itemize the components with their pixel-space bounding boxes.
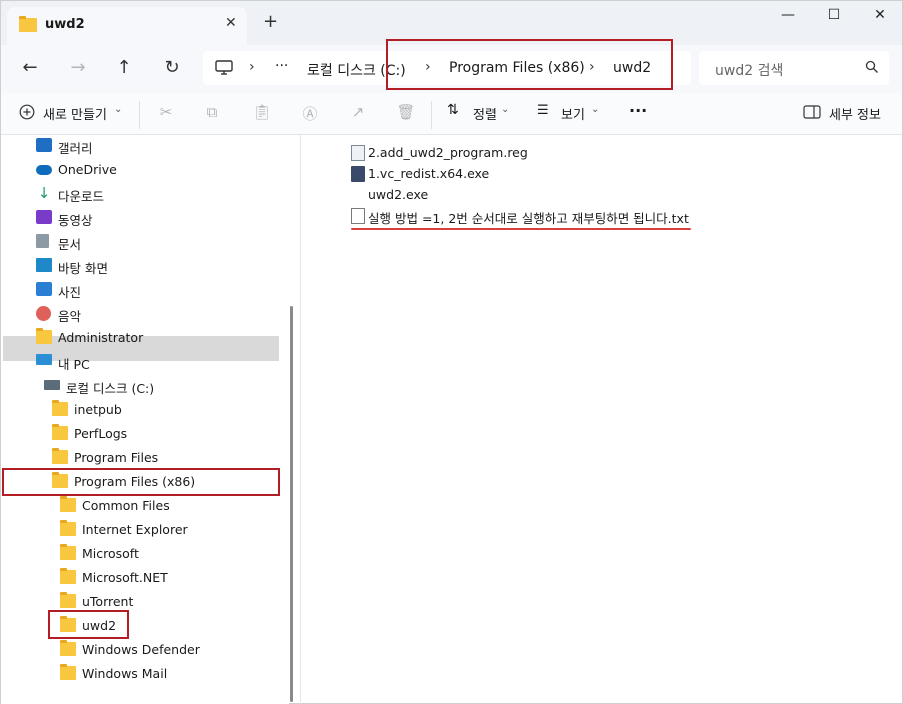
drive-icon [44,380,60,390]
up-button[interactable]: ↑ [111,55,137,81]
new-tab-button[interactable]: + [263,13,278,31]
highlight-box [2,468,280,496]
red-underline [351,228,691,230]
chevron-down-icon: ⌄ [591,104,600,115]
file-name: 2.add_uwd2_program.reg [368,145,528,160]
folder-icon [52,400,68,416]
folder-icon [52,448,68,464]
view-button-label: 보기 [561,108,585,123]
picture-icon [36,282,52,296]
folder-icon [19,16,37,32]
chevron-down-icon: ⌄ [114,104,123,115]
toolbar-divider [431,101,432,129]
forward-button[interactable]: → [65,55,91,81]
sidebar-item-label: Common Files [82,498,170,513]
folder-icon [60,544,76,560]
sidebar-item-label: 동영상 [58,213,93,228]
sidebar-item-label: 음악 [58,309,82,324]
paste-icon[interactable]: 📋︎ [251,103,273,125]
sidebar-scrollbar[interactable] [290,306,293,702]
highlight-box [48,610,129,639]
sidebar-item-label: uTorrent [82,594,134,609]
refresh-button[interactable]: ↻ [159,55,185,81]
search-box[interactable]: uwd2 검색 [699,51,889,85]
gallery-icon [36,138,52,152]
chevron-right-icon: › [249,59,255,75]
sidebar-item-label: inetpub [74,402,122,417]
rename-icon[interactable]: Ⓐ [299,103,321,125]
folder-icon [60,640,76,656]
maximize-button[interactable]: ☐ [817,7,851,27]
folder-icon [52,424,68,440]
computer-icon [215,60,233,75]
text-file-icon [351,208,365,224]
sidebar-item-label: Windows Defender [82,642,200,657]
folder-icon [60,592,76,608]
desktop-icon [36,258,52,272]
toolbar-divider [139,101,140,129]
sidebar-item-label: Windows Mail [82,666,168,681]
folder-icon [60,496,76,512]
sidebar-item-label: 갤러리 [58,141,93,156]
folder-icon [60,520,76,536]
minimize-button[interactable]: — [771,7,805,27]
sidebar-item-label: 다운로드 [58,189,105,204]
download-icon: ↓ [37,184,51,202]
details-button-label: 세부 정보 [829,108,881,123]
sidebar-item-label: 문서 [58,237,82,252]
sidebar-item-label: Microsoft.NET [82,570,168,585]
share-icon[interactable]: ↗ [347,103,369,125]
sidebar-item-label: Internet Explorer [82,522,188,537]
sidebar-item-label: Microsoft [82,546,139,561]
search-input[interactable]: uwd2 검색 [715,60,783,80]
computer-icon [36,354,52,365]
delete-icon[interactable]: 🗑︎ [395,103,417,125]
plus-circle-icon [19,104,35,120]
copy-icon[interactable]: ⧉ [201,103,223,125]
navigation-bar: ← → ↑ ↻ › ··· 로컬 디스크 (C:) › Program File… [1,39,902,93]
details-pane-icon [803,105,821,119]
chevron-down-icon: ⌄ [501,104,510,115]
sidebar-item-label: 사진 [58,285,82,300]
sort-button-label: 정렬 [473,108,497,123]
file-name: 실행 방법 =1, 2번 순서대로 실행하고 재부팅하면 됩니다.txt [368,211,689,226]
cut-icon[interactable]: ✂ [155,103,177,125]
cloud-icon [36,165,52,175]
sidebar-item-label: OneDrive [58,162,117,177]
breadcrumb-overflow[interactable]: ··· [275,58,288,74]
folder-icon [36,328,52,344]
pane-divider[interactable] [300,135,301,704]
video-icon [36,210,52,224]
sidebar-item-label: PerfLogs [74,426,128,441]
view-list-icon: ☰ [537,103,549,118]
registry-icon [351,145,365,161]
search-icon [865,60,878,73]
new-button-label: 새로 만들기 [43,108,107,123]
tab-close-button[interactable]: ✕ [225,15,237,31]
tab-uwd2[interactable]: uwd2 ✕ [7,7,247,45]
sidebar-item-label: Program Files [74,450,159,465]
file-name: uwd2.exe [368,187,429,202]
close-window-button[interactable]: ✕ [863,7,897,27]
sidebar-item-label: Administrator [58,330,144,345]
tab-title: uwd2 [45,17,85,32]
sidebar-item-label: 바탕 화면 [58,261,108,276]
sidebar-item-label: 로컬 디스크 (C:) [66,381,155,396]
more-options-button[interactable]: ··· [629,101,647,123]
folder-icon [60,568,76,584]
back-button[interactable]: ← [17,55,43,81]
sidebar-item-label: 내 PC [58,357,90,372]
document-icon [36,234,49,248]
installer-icon [351,166,365,182]
folder-icon [60,664,76,680]
command-bar: 새로 만들기 ⌄ ✂ ⧉ 📋︎ Ⓐ ↗ 🗑︎ ⇅ 정렬 ⌄ ☰ 보기 ⌄ ···… [1,93,902,135]
file-name: 1.vc_redist.x64.exe [368,166,490,181]
sort-icon: ⇅ [447,102,459,118]
music-icon [36,306,51,321]
file-explorer-window: uwd2 ✕ + — ☐ ✕ ← → ↑ ↻ › ··· 로컬 디스크 (C:)… [0,0,903,704]
highlight-box [386,39,673,90]
